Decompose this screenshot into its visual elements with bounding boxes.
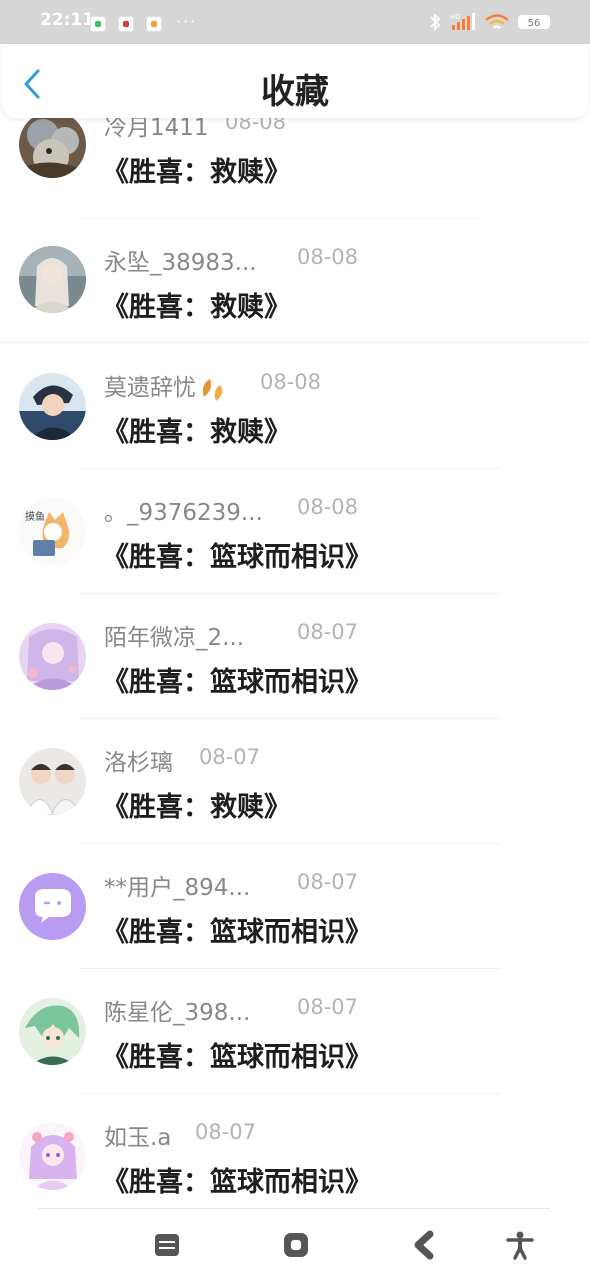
item-date: 08-08 xyxy=(297,245,359,269)
item-username-text: 莫遗辞忧 xyxy=(104,375,196,401)
list-item[interactable]: 摸鱼 。_9376239... 08-08 《胜喜：篮球而相识》 xyxy=(0,483,590,608)
home-button[interactable] xyxy=(281,1230,311,1260)
list-item[interactable]: 陈星伦_398... 08-07 《胜喜：篮球而相识》 xyxy=(0,983,590,1108)
item-date: 08-08 xyxy=(225,118,287,134)
avatar: 摸鱼 xyxy=(19,498,86,565)
avatar xyxy=(19,748,86,815)
item-username: **用户_894... xyxy=(104,875,251,901)
avatar xyxy=(19,1123,86,1190)
item-title: 《胜喜：救赎》 xyxy=(102,157,291,188)
header: 收藏 xyxy=(2,44,588,118)
page-title: 收藏 xyxy=(261,72,329,112)
item-title: 《胜喜：救赎》 xyxy=(102,792,291,823)
battery-icon: 56 xyxy=(518,15,550,29)
item-divider xyxy=(80,218,480,219)
item-username: 陈星伦_398... xyxy=(104,1000,251,1026)
item-date: 08-07 xyxy=(195,1120,257,1144)
item-divider xyxy=(80,593,500,594)
item-divider xyxy=(80,968,500,969)
status-time: 22:11 xyxy=(40,10,95,30)
item-divider xyxy=(0,342,590,343)
app-notification-icon xyxy=(118,16,134,32)
item-title: 《胜喜：救赎》 xyxy=(102,417,291,448)
signal-icon: HD xyxy=(450,13,475,30)
item-username: 如玉.a xyxy=(104,1125,172,1151)
item-title: 《胜喜：篮球而相识》 xyxy=(102,917,372,948)
list-item[interactable]: 陌年微凉_2... 08-07 《胜喜：篮球而相识》 xyxy=(0,608,590,733)
bottom-nav xyxy=(0,1208,590,1280)
item-username: 永坠_38983... xyxy=(104,250,257,276)
item-divider xyxy=(80,718,500,719)
item-title: 《胜喜：篮球而相识》 xyxy=(102,542,372,573)
bottom-nav-divider xyxy=(38,1208,550,1209)
recent-apps-button[interactable] xyxy=(152,1230,182,1260)
avatar xyxy=(19,118,86,178)
item-date: 08-07 xyxy=(199,745,261,769)
item-username: 。_9376239... xyxy=(104,500,263,526)
item-title: 《胜喜：救赎》 xyxy=(102,292,291,323)
bluetooth-icon xyxy=(430,12,441,32)
item-username: 莫遗辞忧 xyxy=(104,368,228,403)
item-username: 洛杉璃 xyxy=(104,750,173,776)
item-title: 《胜喜：篮球而相识》 xyxy=(102,667,372,698)
app-notification-icon xyxy=(146,16,162,32)
list-item[interactable]: **用户_894... 08-07 《胜喜：篮球而相识》 xyxy=(0,858,590,983)
list-item[interactable]: 莫遗辞忧 08-08 《胜喜：救赎》 xyxy=(0,358,590,483)
favorites-list: 冷月1411 08-08 《胜喜：救赎》 永坠_38983... 08-08 《… xyxy=(0,118,590,1208)
item-date: 08-08 xyxy=(297,495,359,519)
item-date: 08-08 xyxy=(260,370,322,394)
back-nav-button[interactable] xyxy=(410,1230,440,1260)
item-title: 《胜喜：篮球而相识》 xyxy=(102,1042,372,1073)
list-item[interactable]: 洛杉璃 08-07 《胜喜：救赎》 xyxy=(0,733,590,858)
avatar xyxy=(19,998,86,1065)
item-title: 《胜喜：篮球而相识》 xyxy=(102,1167,372,1198)
list-item[interactable]: 冷月1411 08-08 《胜喜：救赎》 xyxy=(0,118,590,233)
list-item[interactable]: 如玉.a 08-07 《胜喜：篮球而相识》 xyxy=(0,1108,590,1208)
svg-text:HD: HD xyxy=(450,13,461,21)
list-item[interactable]: 永坠_38983... 08-08 《胜喜：救赎》 xyxy=(0,233,590,358)
item-date: 08-07 xyxy=(297,995,359,1019)
svg-text:摸鱼: 摸鱼 xyxy=(25,510,45,523)
avatar xyxy=(19,873,86,940)
avatar xyxy=(19,373,86,440)
item-username: 冷月1411 xyxy=(104,118,209,141)
avatar xyxy=(19,623,86,690)
app-notification-icon xyxy=(90,16,106,32)
item-date: 08-07 xyxy=(297,870,359,894)
accessibility-icon[interactable] xyxy=(505,1230,535,1260)
avatar xyxy=(19,246,86,313)
leaf-badge-icon xyxy=(202,378,223,401)
item-divider xyxy=(80,1093,500,1094)
item-username: 陌年微凉_2... xyxy=(104,625,245,651)
item-divider xyxy=(80,468,500,469)
more-notifications-icon: ··· xyxy=(176,12,198,31)
wifi-icon xyxy=(485,14,509,29)
status-bar: 22:11 ··· HD 56 xyxy=(0,0,590,44)
status-right: HD 56 xyxy=(428,12,550,32)
item-date: 08-07 xyxy=(297,620,359,644)
item-divider xyxy=(80,843,500,844)
